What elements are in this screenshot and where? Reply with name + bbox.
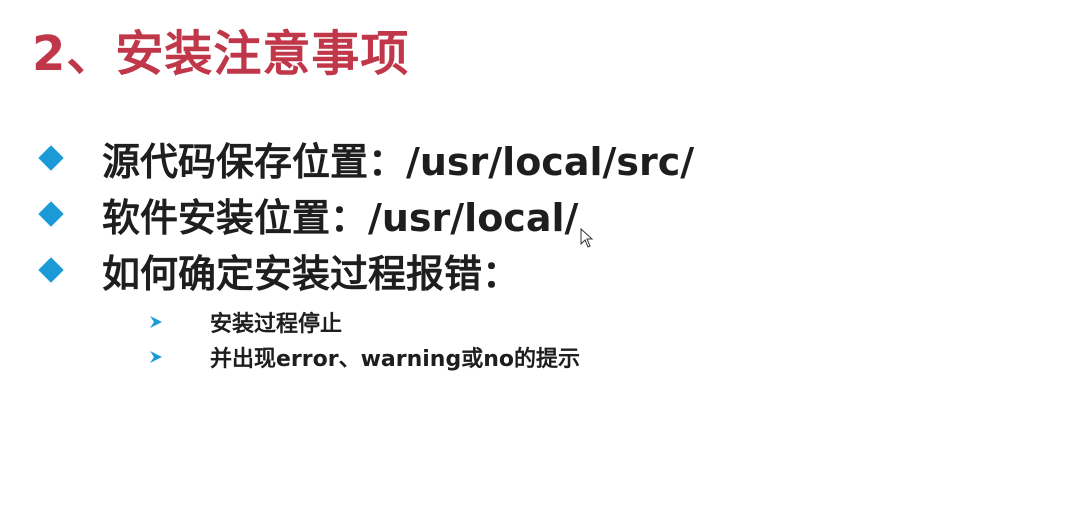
sub-bullet-text: 安装过程停止	[210, 311, 343, 337]
slide: 2、安装注意事项 源代码保存位置：/usr/local/src/ 软件安装位置：…	[0, 0, 1066, 509]
arrow-bullet-icon	[148, 349, 166, 365]
bullet-text: 如何确定安装过程报错：	[102, 251, 521, 296]
bullet-item: 软件安装位置：/usr/local/	[36, 186, 694, 242]
diamond-bullet-icon	[38, 257, 64, 283]
bullet-list: 源代码保存位置：/usr/local/src/ 软件安装位置：/usr/loca…	[36, 130, 694, 298]
bullet-text: 软件安装位置：/usr/local/	[102, 195, 579, 240]
mouse-pointer-icon	[580, 227, 594, 248]
bullet-text: 源代码保存位置：/usr/local/src/	[102, 139, 695, 184]
arrow-bullet-icon	[148, 314, 166, 330]
sub-bullet-text: 并出现error、warning或no的提示	[210, 346, 580, 372]
slide-title: 2、安装注意事项	[32, 26, 410, 82]
sub-bullet-item: 安装过程停止	[148, 304, 580, 339]
diamond-bullet-icon	[38, 145, 64, 171]
bullet-item: 如何确定安装过程报错：	[36, 242, 694, 298]
diamond-bullet-icon	[38, 201, 64, 227]
bullet-item: 源代码保存位置：/usr/local/src/	[36, 130, 694, 186]
sub-bullet-list: 安装过程停止 并出现error、warning或no的提示	[148, 304, 580, 374]
sub-bullet-item: 并出现error、warning或no的提示	[148, 339, 580, 374]
